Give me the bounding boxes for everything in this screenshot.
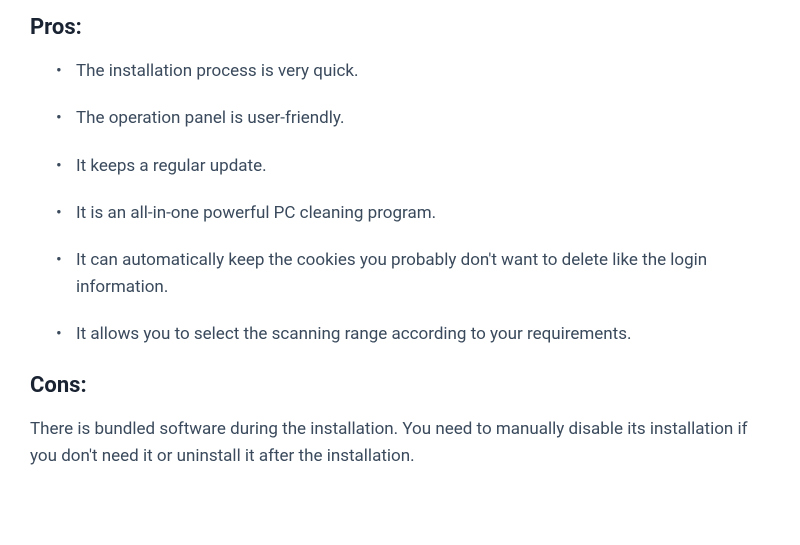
cons-text: There is bundled software during the ins… <box>30 416 770 469</box>
pros-heading: Pros: <box>30 15 770 40</box>
list-item: It allows you to select the scanning ran… <box>48 321 770 347</box>
cons-heading: Cons: <box>30 373 770 398</box>
list-item: The operation panel is user-friendly. <box>48 105 770 131</box>
list-item: It keeps a regular update. <box>48 153 770 179</box>
list-item: It can automatically keep the cookies yo… <box>48 247 770 300</box>
list-item: It is an all-in-one powerful PC cleaning… <box>48 200 770 226</box>
list-item: The installation process is very quick. <box>48 58 770 84</box>
pros-list: The installation process is very quick. … <box>30 58 770 347</box>
